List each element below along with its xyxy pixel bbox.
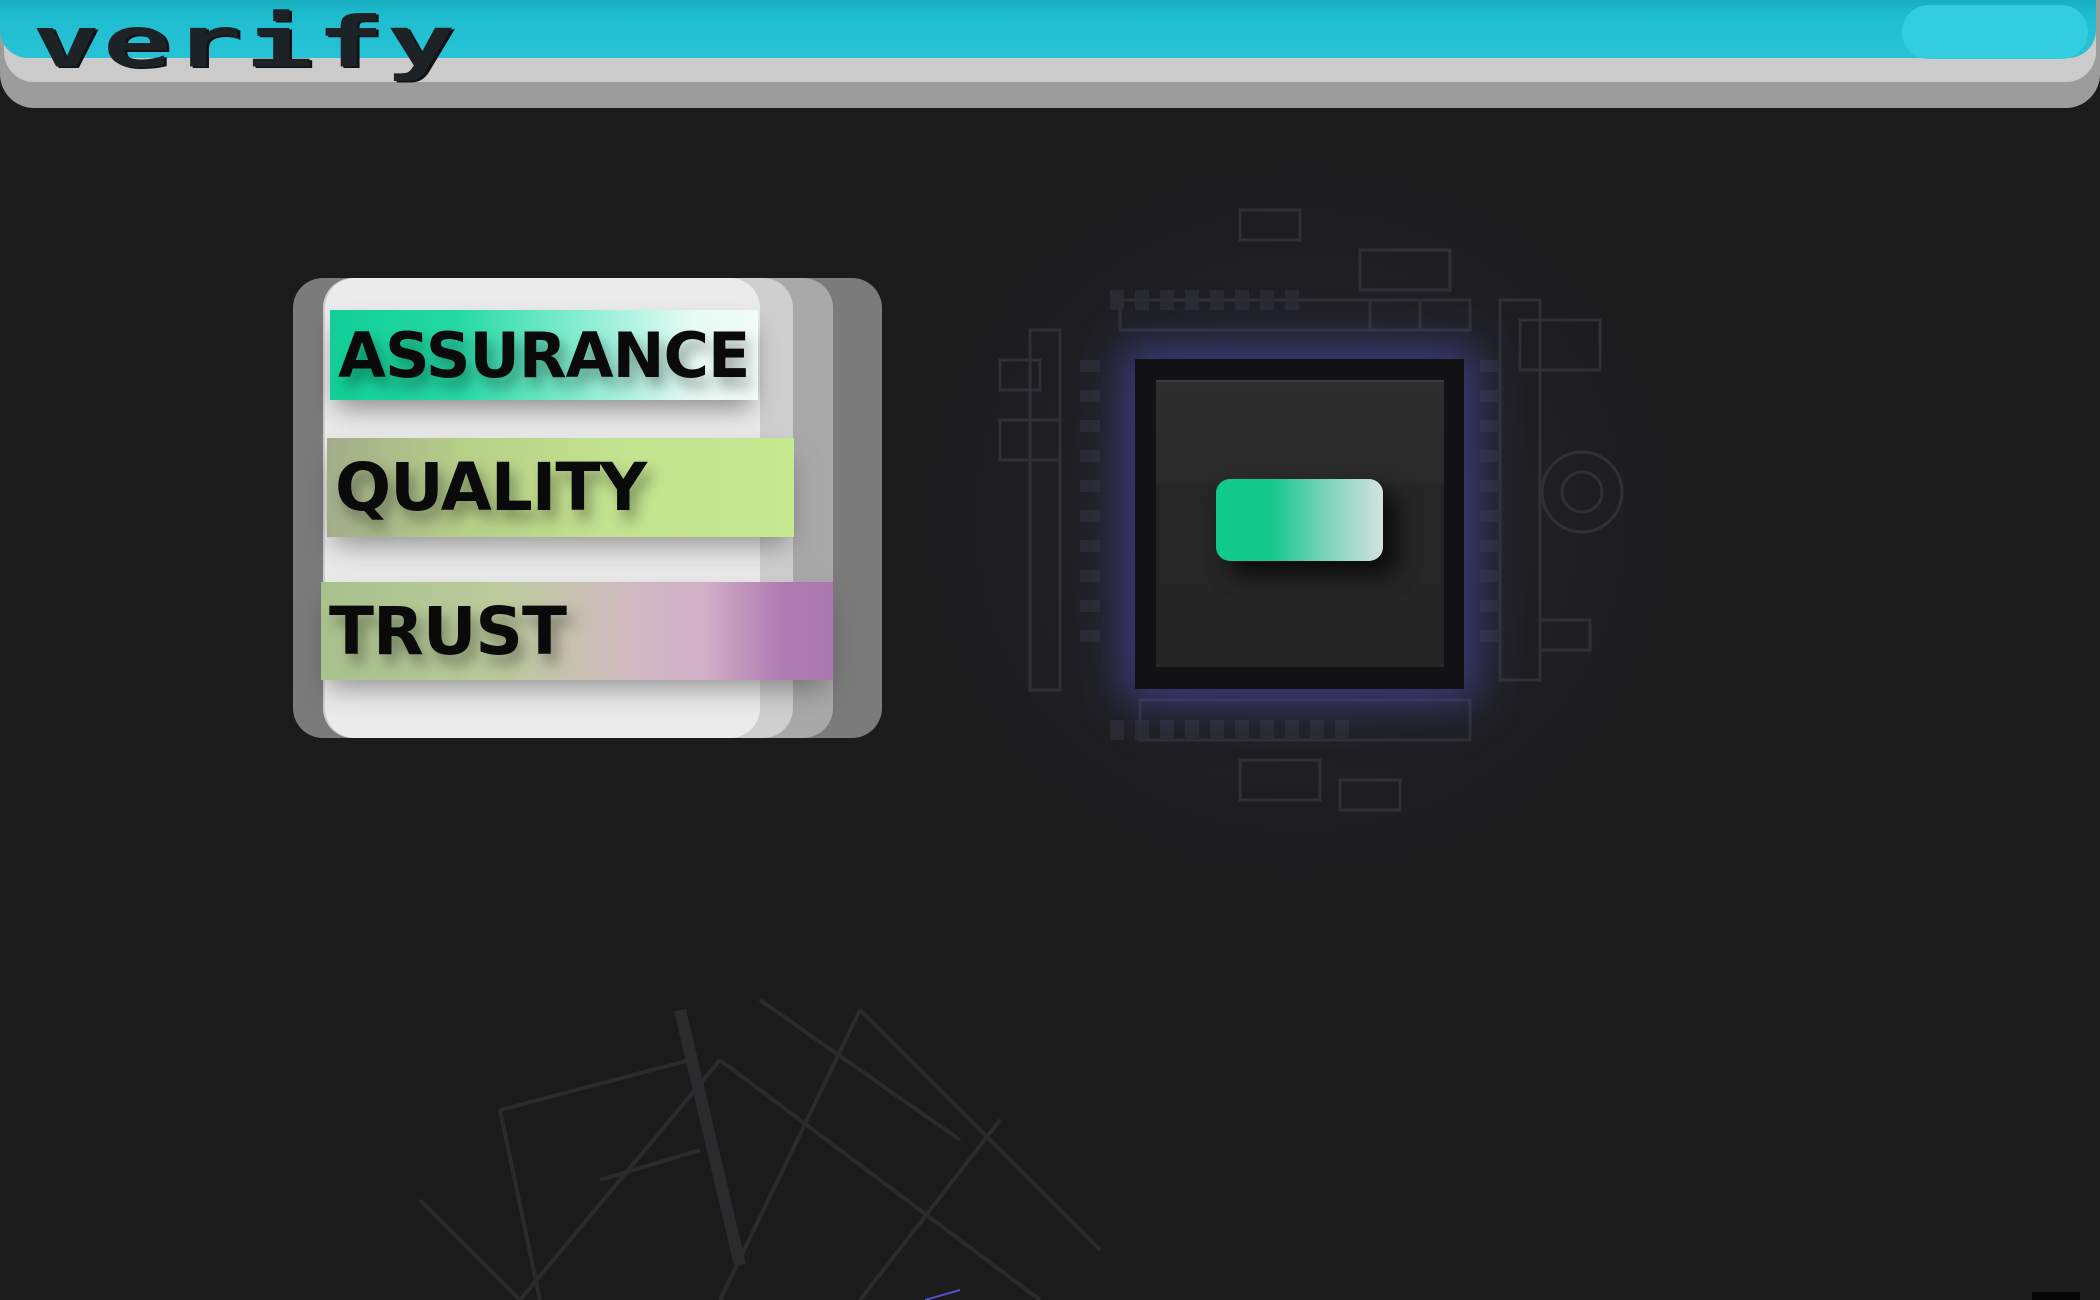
value-band-trust: TRUST [321,582,833,680]
value-label: ASSURANCE [338,318,750,392]
value-label: QUALITY [335,449,647,526]
verify-toggle-button[interactable] [1216,479,1383,561]
value-band-assurance: ASSURANCE [330,310,758,400]
value-label: TRUST [329,592,567,670]
line-grid-graphic [418,998,1102,1300]
header-menu-button[interactable] [1902,5,2088,59]
logo[interactable]: verify [32,7,458,78]
value-band-quality: QUALITY [327,438,794,537]
corner-marker [2032,1292,2080,1300]
page: verify ASSURANCE QUALITY TRUST [0,0,2100,1300]
accent-line [924,1289,961,1300]
